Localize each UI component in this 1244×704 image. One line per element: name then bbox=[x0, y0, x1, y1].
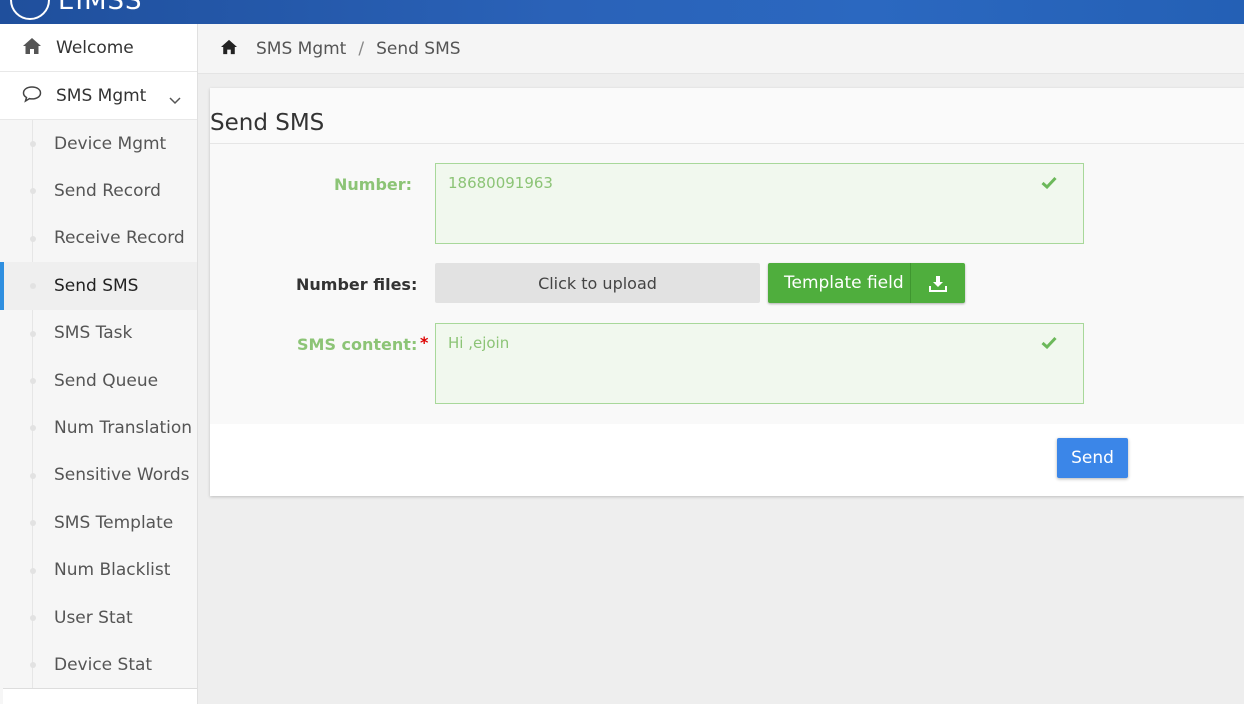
sidebar-group-label: SMS Mgmt bbox=[56, 85, 147, 106]
template-field-label: Template field bbox=[784, 273, 904, 293]
bullet-icon bbox=[30, 141, 36, 147]
number-value: 18680091963 bbox=[448, 174, 553, 192]
sms-content-value: Hi ,ejoin bbox=[448, 334, 510, 352]
sidebar-item-user-stat[interactable]: User Stat bbox=[0, 594, 197, 641]
bullet-icon bbox=[30, 188, 36, 195]
sidebar: Welcome SMS Mgmt Device Mgmt Send Record… bbox=[0, 24, 198, 704]
sidebar-next-item bbox=[3, 688, 197, 704]
logo-text: EIMSS bbox=[58, 0, 143, 16]
page-title: Send SMS bbox=[210, 110, 325, 136]
home-icon[interactable] bbox=[220, 39, 238, 59]
bullet-icon bbox=[30, 377, 36, 384]
chat-bubble-icon bbox=[22, 85, 42, 107]
required-mark: * bbox=[420, 333, 429, 352]
template-field-button[interactable]: Template field bbox=[768, 263, 965, 303]
breadcrumb-separator: / bbox=[358, 38, 365, 59]
bullet-icon bbox=[30, 425, 36, 432]
sidebar-item-sms-template[interactable]: SMS Template bbox=[0, 499, 197, 546]
download-icon bbox=[910, 263, 964, 303]
sidebar-item-send-sms[interactable]: Send SMS bbox=[0, 262, 197, 310]
sidebar-item-label: Send Queue bbox=[54, 370, 159, 391]
sidebar-item-label: Sensitive Words bbox=[54, 465, 190, 486]
breadcrumb-sms-mgmt[interactable]: SMS Mgmt bbox=[256, 39, 346, 59]
bullet-icon bbox=[30, 235, 36, 242]
home-icon bbox=[22, 37, 42, 59]
sidebar-item-label: Send SMS bbox=[54, 275, 139, 296]
check-icon bbox=[1041, 174, 1057, 193]
bullet-icon bbox=[30, 472, 36, 479]
sidebar-item-sms-task[interactable]: SMS Task bbox=[0, 310, 197, 357]
send-sms-form: Number: 18680091963 Number files: Click … bbox=[210, 144, 1244, 424]
upload-button[interactable]: Click to upload bbox=[435, 263, 760, 303]
check-icon bbox=[1041, 334, 1057, 353]
logo-icon bbox=[10, 0, 50, 20]
form-footer: Send bbox=[210, 424, 1150, 496]
sms-content-field[interactable]: Hi ,ejoin bbox=[435, 323, 1084, 404]
bullet-icon bbox=[30, 567, 36, 574]
bullet-icon bbox=[30, 330, 36, 337]
sidebar-item-label: Num Translation bbox=[54, 418, 193, 439]
chevron-down-icon bbox=[169, 90, 181, 109]
sidebar-item-label: Num Blacklist bbox=[54, 560, 171, 581]
sidebar-submenu: Device Mgmt Send Record Receive Record S… bbox=[0, 120, 197, 689]
panel-header: Send SMS bbox=[210, 88, 1244, 144]
sms-content-label: SMS content: bbox=[297, 335, 418, 354]
sidebar-item-device-mgmt[interactable]: Device Mgmt bbox=[0, 120, 197, 167]
sidebar-group-sms-mgmt[interactable]: SMS Mgmt bbox=[0, 72, 197, 120]
sidebar-item-num-translation[interactable]: Num Translation bbox=[0, 404, 197, 451]
send-button[interactable]: Send bbox=[1057, 438, 1128, 478]
sidebar-item-welcome[interactable]: Welcome bbox=[0, 24, 197, 72]
sidebar-item-label: Device Mgmt bbox=[54, 133, 167, 154]
number-files-label: Number files: bbox=[296, 275, 418, 294]
breadcrumb: SMS Mgmt / Send SMS bbox=[198, 24, 1244, 74]
breadcrumb-send-sms: Send SMS bbox=[376, 38, 461, 59]
sidebar-item-sensitive-words[interactable]: Sensitive Words bbox=[0, 452, 197, 499]
sidebar-item-label: Receive Record bbox=[54, 228, 185, 249]
sidebar-item-send-queue[interactable]: Send Queue bbox=[0, 357, 197, 404]
sidebar-item-send-record[interactable]: Send Record bbox=[0, 167, 197, 214]
sidebar-item-label: Send Record bbox=[54, 181, 161, 202]
top-banner: EIMSS bbox=[0, 0, 1244, 24]
sidebar-item-device-stat[interactable]: Device Stat bbox=[0, 641, 197, 688]
sidebar-item-label: User Stat bbox=[54, 607, 133, 628]
sidebar-item-label: SMS Template bbox=[54, 512, 174, 533]
sidebar-item-label: Welcome bbox=[56, 37, 134, 58]
number-field[interactable]: 18680091963 bbox=[435, 163, 1084, 244]
number-label: Number: bbox=[334, 175, 413, 194]
sidebar-item-label: SMS Task bbox=[54, 323, 133, 344]
bullet-icon bbox=[30, 283, 36, 290]
bullet-icon bbox=[30, 662, 36, 669]
sidebar-item-receive-record[interactable]: Receive Record bbox=[0, 215, 197, 262]
bullet-icon bbox=[30, 614, 36, 621]
send-sms-panel: Send SMS Number: 18680091963 Number file… bbox=[210, 88, 1244, 496]
sidebar-item-num-blacklist[interactable]: Num Blacklist bbox=[0, 547, 197, 594]
sidebar-item-label: Device Stat bbox=[54, 654, 153, 675]
bullet-icon bbox=[30, 520, 36, 527]
